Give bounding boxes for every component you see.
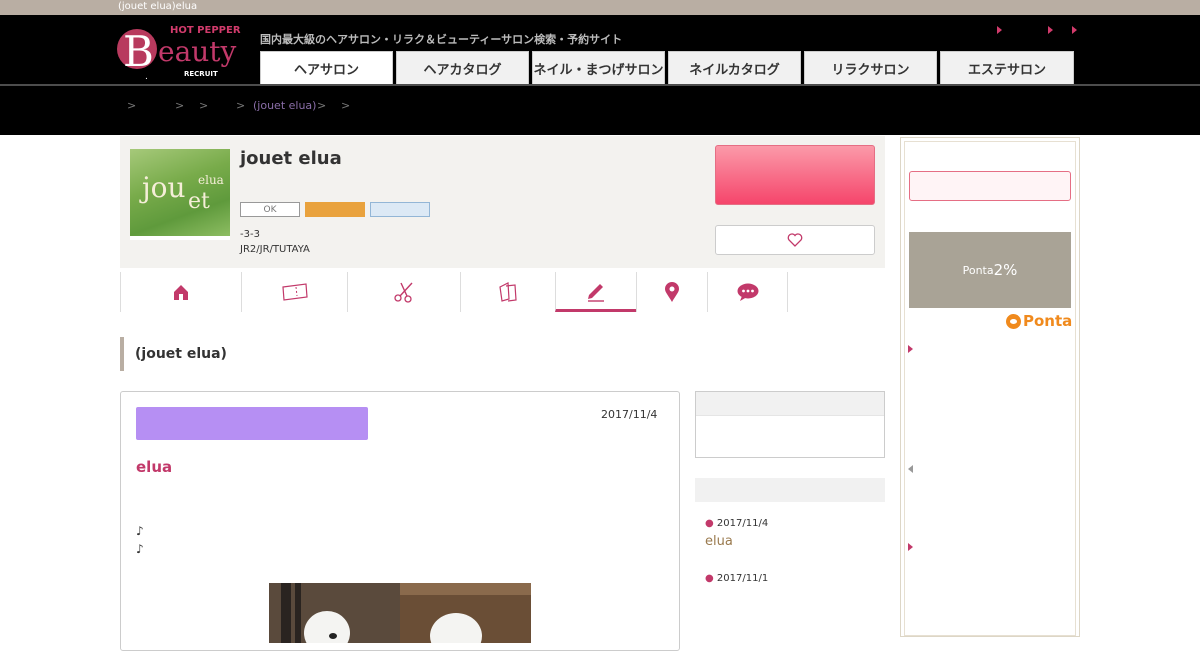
recent-post-date-text: 2017/11/1	[716, 573, 769, 584]
salon-address: -3-3	[240, 229, 260, 240]
tab-blog[interactable]	[555, 272, 636, 312]
nav-esthe-salon[interactable]: エステサロン	[940, 51, 1074, 85]
salon-access: JR2/JR/TUTAYA	[240, 244, 310, 255]
tab-stylist[interactable]	[347, 272, 460, 312]
map-pin-icon	[665, 282, 679, 302]
ponta-logo-text: Ponta	[1023, 312, 1073, 330]
bullet-icon: ●	[705, 573, 714, 584]
blog-post: 2017/11/4 elua ♪ ♪	[120, 391, 680, 651]
breadcrumb-separator: >	[236, 99, 246, 112]
nav-relax-salon[interactable]: リラクサロン	[804, 51, 937, 85]
badge-blue	[370, 202, 430, 217]
header-link-arrow-icon[interactable]	[1072, 26, 1077, 34]
logo-eauty: eauty	[158, 35, 237, 68]
post-body-line: ♪	[136, 524, 144, 538]
tab-coupon[interactable]	[241, 272, 347, 312]
logo-dot: .	[145, 72, 148, 82]
tab-reviews[interactable]	[707, 272, 788, 312]
recent-posts-header	[695, 478, 885, 502]
hotpepper-beauty-logo[interactable]: HOT PEPPER B eauty . RECRUIT	[115, 25, 250, 85]
nav-hair-catalog[interactable]: ヘアカタログ	[396, 51, 529, 85]
nav-nail-eyelash-salon[interactable]: ネイル・まつげサロン	[532, 51, 665, 85]
window-title-bar: (jouet elua)elua	[0, 0, 1200, 15]
ponta-face-icon	[1006, 313, 1021, 329]
chevron-right-icon[interactable]	[908, 345, 913, 353]
catalog-icon	[499, 282, 517, 302]
post-photo	[269, 583, 400, 643]
chevron-left-icon[interactable]	[908, 465, 913, 473]
breadcrumb: > > > > (jouet elua) > >	[0, 86, 1200, 135]
salon-photo: jou elua et	[130, 149, 230, 240]
reserve-button[interactable]	[715, 145, 875, 205]
post-category-label[interactable]	[136, 407, 368, 440]
heart-icon	[787, 233, 803, 247]
tab-salon-top[interactable]	[120, 272, 241, 312]
chevron-right-icon[interactable]	[908, 543, 913, 551]
salon-subnav	[120, 272, 788, 312]
recent-post-date-text: 2017/11/4	[716, 518, 769, 529]
chat-icon	[737, 283, 758, 301]
breadcrumb-separator: >	[317, 99, 327, 112]
breadcrumb-salon-link[interactable]: (jouet elua)	[253, 99, 316, 112]
breadcrumb-separator: >	[341, 99, 351, 112]
ponta-rate: 2%	[993, 261, 1018, 279]
right-pink-button[interactable]	[909, 171, 1071, 201]
header-link-arrow-icon[interactable]	[997, 26, 1002, 34]
salon-photo-text: elua	[198, 173, 224, 187]
post-body-line: ♪	[136, 542, 144, 556]
ponta-logo: Ponta	[1006, 312, 1072, 330]
salon-photo-text: et	[188, 189, 210, 214]
ponta-label: Ponta	[962, 263, 994, 277]
breadcrumb-separator: >	[175, 99, 185, 112]
recent-post-date: ● 2017/11/4	[705, 518, 768, 529]
pencil-icon	[588, 283, 604, 302]
site-tagline: 国内最大級のヘアサロン・リラク＆ビューティーサロン検索・予約サイト	[260, 33, 623, 46]
right-column-inner	[904, 141, 1076, 636]
coupon-icon	[281, 283, 308, 301]
salon-header: jou elua et jouet elua OK -3-3 JR2/JR/TU…	[120, 136, 885, 268]
header-link-arrow-icon[interactable]	[1048, 26, 1053, 34]
logo-recruit: RECRUIT	[184, 70, 218, 78]
breadcrumb-separator: >	[199, 99, 209, 112]
logo-b: B	[123, 27, 154, 76]
blog-category-box	[695, 391, 885, 458]
favorite-button[interactable]	[715, 225, 875, 255]
window-title: (jouet elua)elua	[118, 1, 198, 12]
nav-nail-catalog[interactable]: ネイルカタログ	[668, 51, 801, 85]
home-icon	[174, 285, 188, 300]
badge-orange	[305, 202, 365, 217]
tab-map[interactable]	[636, 272, 707, 312]
scissors-icon	[394, 282, 413, 303]
breadcrumb-separator: >	[127, 99, 137, 112]
post-date: 2017/11/4	[601, 408, 658, 421]
salon-name: jouet elua	[240, 148, 342, 169]
post-photo	[400, 583, 531, 643]
bullet-icon: ●	[705, 518, 714, 529]
recent-post-title[interactable]: elua	[705, 534, 733, 549]
recent-post-date: ● 2017/11/1	[705, 573, 768, 584]
blog-category-header	[696, 392, 884, 416]
salon-photo-text: jou	[142, 171, 186, 204]
badge-ok: OK	[240, 202, 300, 217]
post-title: elua	[136, 458, 173, 476]
ponta-points-box: Ponta 2%	[909, 232, 1071, 308]
tab-catalog[interactable]	[460, 272, 555, 312]
nav-hair-salon[interactable]: ヘアサロン	[260, 51, 393, 85]
section-title: (jouet elua)	[120, 337, 227, 371]
site-header: HOT PEPPER B eauty . RECRUIT 国内最大級のヘアサロン…	[0, 15, 1200, 85]
